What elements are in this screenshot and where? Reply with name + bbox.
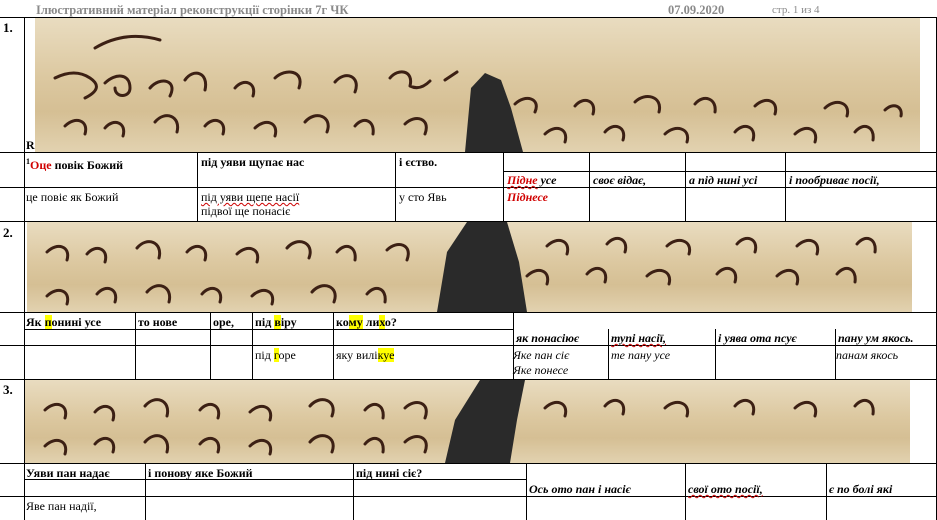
s1-r3-c2b: підвої ще понасіє <box>201 204 291 218</box>
s3-r1-c1: Уяви пан надає <box>26 466 110 480</box>
t1-col-4 <box>589 152 590 221</box>
t2-col-2 <box>210 312 211 379</box>
s3-r1-c3: під нині сіє? <box>356 466 423 480</box>
t3-line-b <box>0 496 937 497</box>
t3-col-4 <box>685 463 686 520</box>
manuscript-image-1 <box>35 18 920 152</box>
s1-r2-c2: своє відає, <box>593 173 647 187</box>
s3-r1-c2: і понову яке Божий <box>148 466 253 480</box>
section-3-number: 3. <box>3 382 13 397</box>
t2-col-3 <box>252 312 253 379</box>
s1-r2-c1: Підне усе <box>507 173 557 187</box>
s2-r3-c1: під горе <box>255 348 296 362</box>
t1-col-1 <box>197 152 198 221</box>
s2-r2-c2: тупі насії, <box>611 331 667 345</box>
s2-r1-c4: під віру <box>255 315 297 329</box>
s1-r3-c1: це повіє як Божий <box>26 190 119 204</box>
s2-r3-c5: панам якось <box>836 348 899 362</box>
section-2-number: 2. <box>3 225 13 240</box>
s2-r3-c3a: Яке пан сіє <box>513 348 570 362</box>
s3-r2-c2: свої ото посії, <box>688 482 763 496</box>
t2-line-b <box>0 345 937 346</box>
s3-r2-c3: є по болі які <box>829 482 893 496</box>
s3-r2-c1: Ось ото пан і насіє <box>529 482 631 496</box>
s2-r3-c4: те пану усе <box>611 348 671 362</box>
t1-line-b <box>503 171 937 172</box>
manuscript-image-2 <box>27 222 912 312</box>
s1-r2-c4: і пообриває посії, <box>789 173 880 187</box>
t3-line-a <box>0 463 937 464</box>
t1-col-2 <box>395 152 396 221</box>
section-1-marker: R <box>26 138 35 152</box>
s2-r1-c1: Як понині усе <box>26 315 102 329</box>
s2-r1-c5: кому лихо? <box>336 315 397 329</box>
s1-r2-c3: а під нині усі <box>689 173 758 187</box>
s1-r1-c1: 1Оце повік Божий <box>26 157 124 172</box>
s1-r3-c3: у сто Явь <box>399 190 447 204</box>
s2-r1-c2: то нове <box>138 315 178 329</box>
s3-r3-c1: Яве пан надії, <box>26 499 97 513</box>
s1-r3-c4: Піднесе <box>507 190 548 204</box>
t2-col-7 <box>715 329 716 379</box>
t1-col-3 <box>503 152 504 221</box>
t1-col-6 <box>785 152 786 221</box>
t2-line-a2 <box>24 329 513 330</box>
s2-r3-c3b: Яке понесе <box>513 363 569 377</box>
s2-r2-c1: як понасіює <box>516 331 579 345</box>
t2-line-a <box>0 312 937 313</box>
section-1-number: 1. <box>3 20 13 35</box>
s1-r1-c2: під уяви щупає нас <box>201 155 305 169</box>
document-title: Ілюстративний матеріал реконструкції сто… <box>36 3 349 17</box>
s2-r2-c3: і уява ота псує <box>718 331 797 345</box>
t3-col-5 <box>826 463 827 520</box>
t2-col-1 <box>135 312 136 379</box>
t3-col-3 <box>526 463 527 520</box>
manuscript-image-3 <box>25 380 910 463</box>
t1-line-a <box>0 152 937 153</box>
t2-col-4 <box>333 312 334 379</box>
t1-col-5 <box>685 152 686 221</box>
page-indicator: стр. 1 из 4 <box>772 4 820 16</box>
s2-r3-c2: яку вилікуе <box>336 348 395 362</box>
t1-line-c <box>0 187 937 188</box>
t2-col-6 <box>608 329 609 379</box>
t3-col-1 <box>145 463 146 520</box>
s2-r2-c4: пану ум якось. <box>838 331 914 345</box>
s1-r1-c3: і єство. <box>399 155 438 169</box>
document-date: 07.09.2020 <box>668 3 725 17</box>
s2-r1-c3: оре, <box>213 315 234 329</box>
t3-col-2 <box>353 463 354 520</box>
s1-r3-c2a: під уяви щепе насії <box>201 190 300 204</box>
